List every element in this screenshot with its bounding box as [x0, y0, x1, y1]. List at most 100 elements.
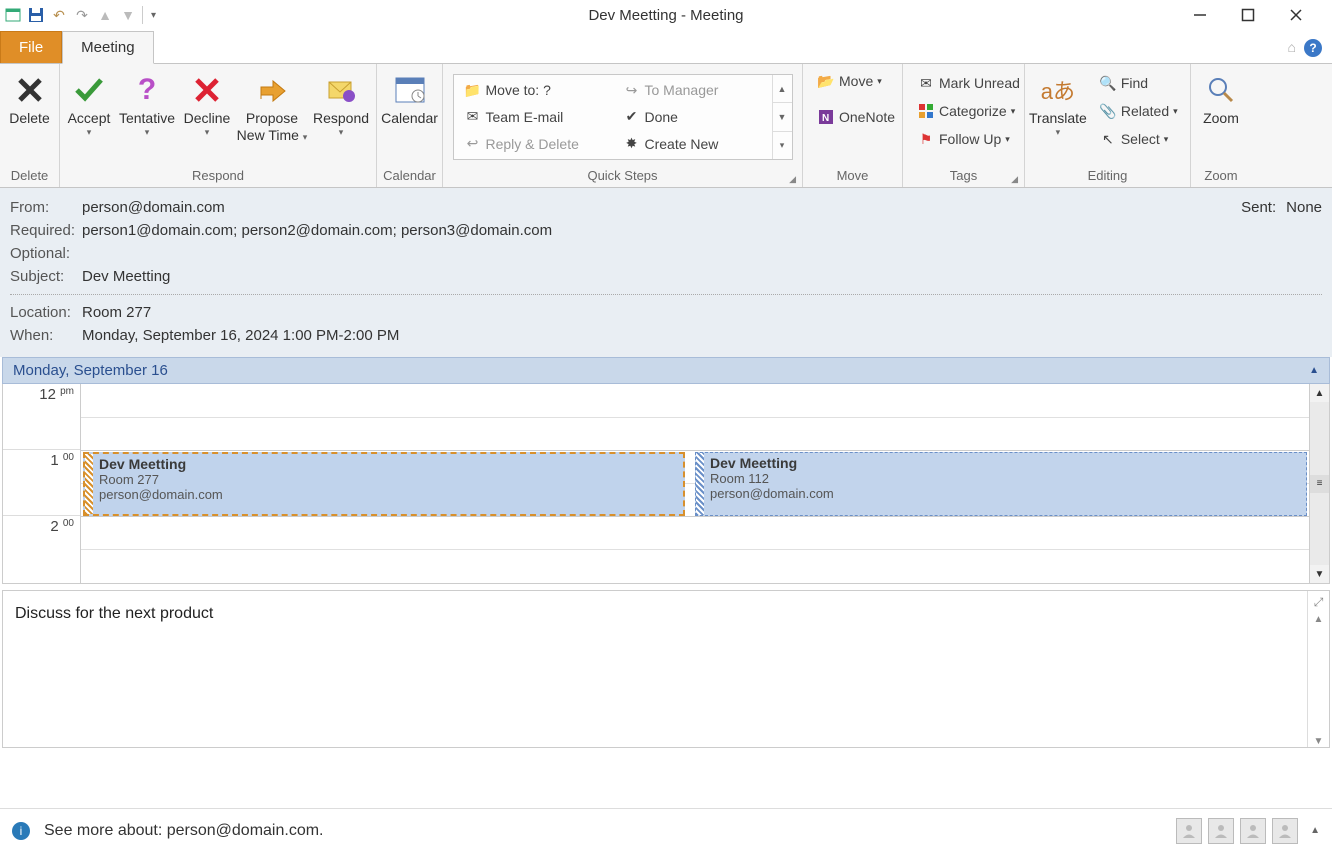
qs-more[interactable]: ▾	[773, 132, 792, 159]
propose-new-time-button[interactable]: ProposeNew Time ▾	[236, 68, 308, 148]
body-side-controls: ⤢ ▲ ▼	[1307, 591, 1329, 747]
body-text[interactable]: Discuss for the next product	[3, 591, 1307, 747]
onenote-button[interactable]: NOneNote	[811, 106, 901, 128]
decline-button[interactable]: Decline▾	[180, 68, 234, 142]
qs-to-manager[interactable]: ↪To Manager	[617, 79, 768, 101]
x-icon	[189, 72, 225, 108]
calendar-large-icon	[392, 72, 428, 108]
optional-label: Optional:	[10, 245, 82, 262]
propose-icon	[254, 72, 290, 108]
meeting-header: From: person@domain.com Sent: None Requi…	[0, 188, 1332, 357]
forward-icon: ↪	[623, 81, 641, 99]
tags-launcher[interactable]: ◢	[1011, 174, 1018, 185]
time-2: 2 00	[3, 516, 80, 582]
folder-icon: 📁	[464, 81, 482, 99]
minimize-button[interactable]	[1188, 3, 1212, 27]
qs-reply-delete[interactable]: ↩Reply & Delete	[458, 133, 609, 155]
event-current[interactable]: Dev Meetting Room 277 person@domain.com	[83, 452, 685, 516]
qs-create-new[interactable]: ✸Create New	[617, 133, 768, 155]
calendar-grid[interactable]: Dev Meetting Room 277 person@domain.com …	[81, 384, 1309, 583]
info-icon[interactable]: i	[12, 822, 30, 840]
tentative-button[interactable]: ? Tentative▾	[116, 68, 178, 142]
undo-icon[interactable]: ↶	[50, 6, 68, 24]
group-label-editing: Editing	[1029, 166, 1186, 187]
qs-done[interactable]: ✔Done	[617, 106, 768, 128]
sent-value: None	[1286, 199, 1322, 216]
qs-down[interactable]: ▼	[773, 103, 792, 131]
qat-more-icon[interactable]: ▾	[142, 6, 160, 24]
move-button[interactable]: 📂Move ▾	[811, 70, 901, 92]
body-scroll-down-icon[interactable]: ▼	[1314, 736, 1324, 747]
ribbon-tabs: File Meeting ⌂ ?	[0, 30, 1332, 64]
respond-button[interactable]: Respond▾	[310, 68, 372, 142]
view-toggle-icon[interactable]: ≡	[1310, 475, 1329, 493]
presence-icon[interactable]	[1208, 818, 1234, 844]
sync-icon[interactable]: ⌂	[1288, 39, 1296, 57]
check-small-icon: ✔	[623, 108, 641, 126]
scroll-down-icon[interactable]: ▼	[1310, 565, 1329, 583]
follow-up-button[interactable]: ⚑Follow Up ▾	[911, 128, 1026, 150]
zoom-button[interactable]: Zoom	[1195, 68, 1247, 131]
body-scroll-up-icon[interactable]: ▲	[1314, 614, 1324, 625]
calendar-icon[interactable]	[4, 6, 22, 24]
translate-icon: aあ	[1040, 72, 1076, 108]
binoculars-icon: 🔍	[1099, 74, 1117, 92]
presence-icon[interactable]	[1240, 818, 1266, 844]
prev-icon[interactable]: ▲	[96, 6, 114, 24]
from-value: person@domain.com	[82, 199, 225, 216]
sent-label: Sent:	[1241, 199, 1276, 216]
group-label-quicksteps: Quick Steps◢	[447, 166, 798, 187]
check-icon	[71, 72, 107, 108]
redo-icon[interactable]: ↷	[73, 6, 91, 24]
calendar-day-header: Monday, September 16 ▲	[2, 357, 1330, 384]
mark-unread-button[interactable]: ✉Mark Unread	[911, 72, 1026, 94]
delete-icon	[12, 72, 48, 108]
quick-access-toolbar: ↶ ↷ ▲ ▼ ▾	[0, 6, 160, 24]
group-label-move: Move	[807, 166, 898, 187]
title-bar: ↶ ↷ ▲ ▼ ▾ Dev Meetting - Meeting	[0, 0, 1332, 30]
close-button[interactable]	[1284, 3, 1308, 27]
presence-icon[interactable]	[1272, 818, 1298, 844]
qs-team-email[interactable]: ✉Team E-mail	[458, 106, 609, 128]
categorize-button[interactable]: Categorize ▾	[911, 100, 1026, 122]
subject-value: Dev Meetting	[82, 268, 170, 285]
zoom-icon	[1203, 72, 1239, 108]
presence-expand-icon[interactable]: ▲	[1310, 825, 1320, 836]
group-label-respond: Respond	[64, 166, 372, 187]
time-column: 12 pm 1 00 2 00	[3, 384, 81, 583]
quick-steps-gallery: 📁Move to: ? ✉Team E-mail ↩Reply & Delete…	[453, 74, 793, 160]
event-other[interactable]: Dev Meetting Room 112 person@domain.com	[695, 452, 1307, 516]
categorize-icon	[917, 102, 935, 120]
tab-meeting[interactable]: Meeting	[62, 31, 153, 64]
required-label: Required:	[10, 222, 82, 239]
reply-icon: ↩	[464, 135, 482, 153]
group-label-tags: Tags◢	[907, 166, 1020, 187]
related-button[interactable]: 📎Related ▾	[1093, 100, 1184, 122]
time-1: 1 00	[3, 450, 80, 516]
find-button[interactable]: 🔍Find	[1093, 72, 1184, 94]
maximize-button[interactable]	[1236, 3, 1260, 27]
qs-up[interactable]: ▲	[773, 75, 792, 103]
related-icon: 📎	[1099, 102, 1117, 120]
accept-button[interactable]: Accept▾	[64, 68, 114, 142]
scroll-up-icon[interactable]: ▲	[1310, 384, 1329, 402]
delete-button[interactable]: Delete	[4, 68, 55, 131]
help-icon[interactable]: ?	[1304, 39, 1322, 57]
save-icon[interactable]	[27, 6, 45, 24]
collapse-icon[interactable]: ▲	[1309, 365, 1319, 376]
calendar-scrollbar[interactable]: ▲ ≡ ▼	[1309, 384, 1329, 583]
presence-icon[interactable]	[1176, 818, 1202, 844]
next-icon[interactable]: ▼	[119, 6, 137, 24]
mail-icon: ✉	[464, 108, 482, 126]
qs-launcher[interactable]: ◢	[789, 174, 796, 185]
translate-button[interactable]: aあ Translate▾	[1029, 68, 1087, 142]
location-label: Location:	[10, 304, 82, 321]
expand-icon[interactable]: ⤢	[1314, 595, 1324, 610]
calendar-button[interactable]: Calendar	[381, 68, 438, 131]
when-label: When:	[10, 327, 82, 344]
qs-move-to[interactable]: 📁Move to: ?	[458, 79, 609, 101]
select-button[interactable]: ↖Select ▾	[1093, 128, 1184, 150]
subject-label: Subject:	[10, 268, 82, 285]
svg-text:N: N	[822, 113, 829, 124]
tab-file[interactable]: File	[0, 31, 62, 63]
